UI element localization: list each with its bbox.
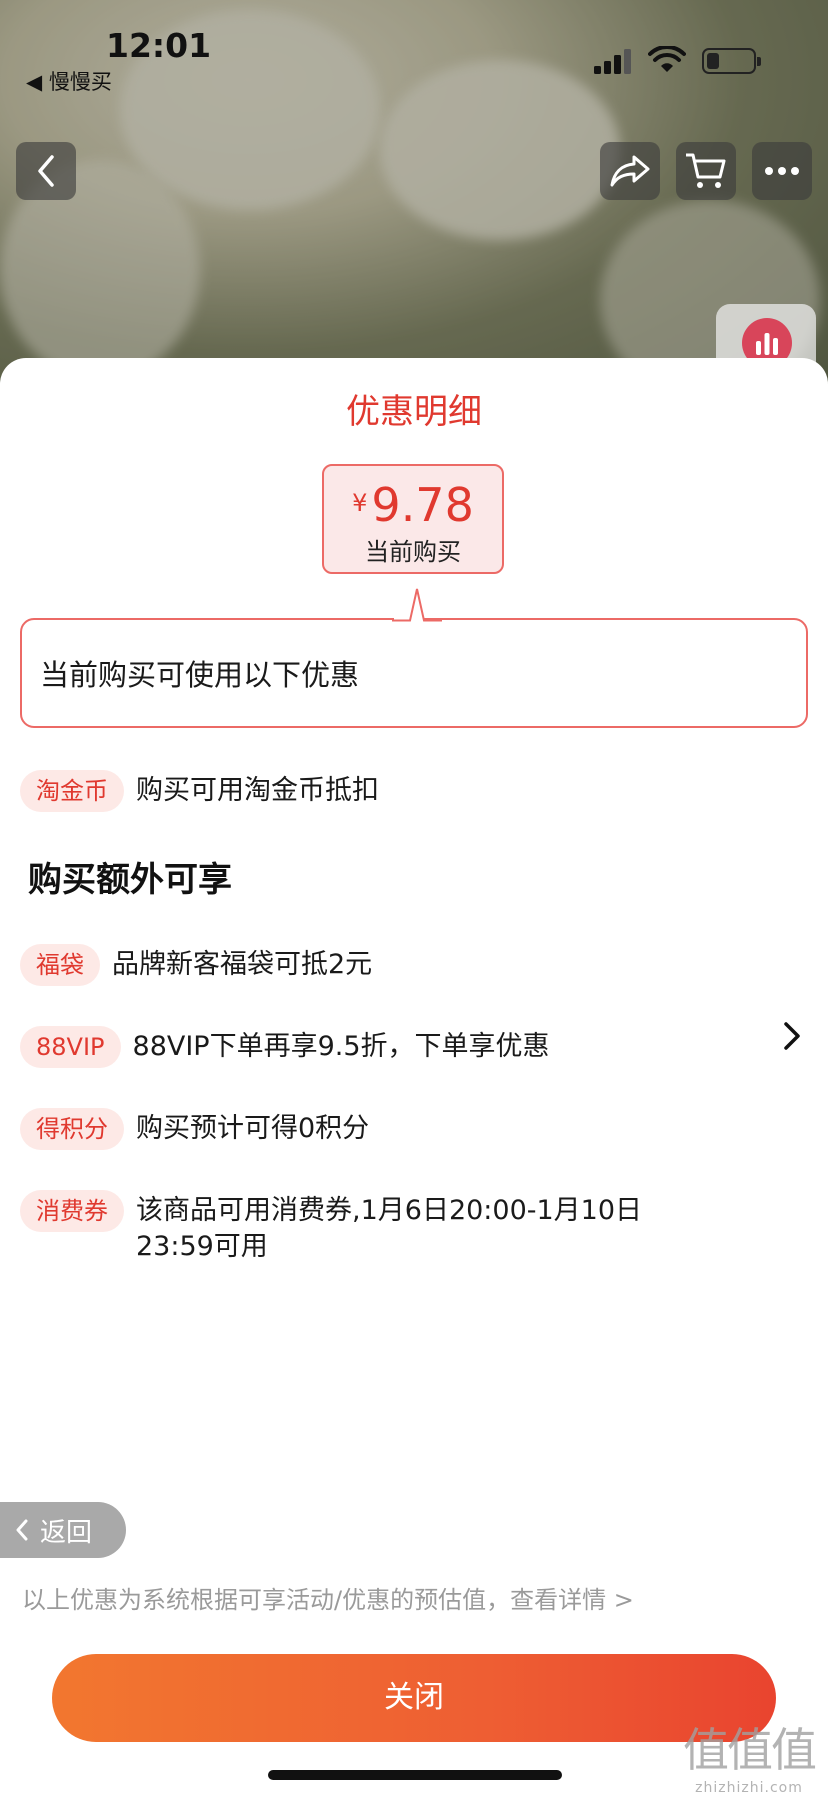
offer-text: 购买预计可得0积分 [136, 1113, 370, 1144]
offer-row-points: 得积分 购买预计可得0积分 [20, 1108, 369, 1150]
back-pill-button[interactable]: 返回 [0, 1502, 126, 1558]
discount-detail-sheet: 优惠明细 ¥9.78 当前购买 当前购买可使用以下优惠 淘金币 购买可用淘金币抵… [0, 358, 828, 1796]
signal-icon [594, 49, 631, 74]
offer-tag: 消费券 [20, 1190, 124, 1232]
status-time: 12:01 [106, 26, 212, 65]
battery-icon [702, 48, 761, 74]
offer-row-taojinbi: 淘金币 购买可用淘金币抵扣 [20, 770, 379, 812]
status-bar: 12:01 ◀ 慢慢买 [0, 0, 828, 100]
current-price-card: ¥9.78 当前购买 [322, 464, 504, 574]
back-to-app-link[interactable]: ◀ 慢慢买 [26, 66, 112, 96]
offer-text: 该商品可用消费券,1月6日20:00-1月10日 23:59可用 [136, 1195, 643, 1262]
offer-tag: 福袋 [20, 944, 100, 986]
offer-text: 品牌新客福袋可抵2元 [112, 949, 373, 980]
section-title: 购买额外可享 [28, 860, 232, 900]
offer-row-88vip[interactable]: 88VIP 88VIP下单再享9.5折，下单享优惠 [20, 1026, 550, 1068]
back-arrow-icon [38, 155, 54, 187]
price-value: 9.78 [371, 478, 474, 532]
share-button[interactable] [600, 142, 660, 200]
offer-text: 购买可用淘金币抵扣 [136, 775, 379, 806]
offers-bubble-text: 当前购买可使用以下优惠 [40, 658, 360, 692]
offer-tag: 88VIP [20, 1026, 121, 1068]
watermark: 值值值 zhizhizhi.com [676, 1714, 822, 1796]
offer-row-fudai: 福袋 品牌新客福袋可抵2元 [20, 944, 372, 986]
chevron-right-icon[interactable] [780, 1018, 804, 1054]
offer-row-coupon: 消费券 该商品可用消费券,1月6日20:00-1月10日 23:59可用 [20, 1190, 642, 1265]
disclaimer-link[interactable]: 以上优惠为系统根据可享活动/优惠的预估值，查看详情 > [22, 1580, 634, 1615]
watermark-url: zhizhizhi.com [695, 1780, 803, 1796]
cart-button[interactable] [676, 142, 736, 200]
more-button[interactable] [752, 142, 812, 200]
home-indicator [268, 1770, 562, 1780]
offer-text: 88VIP下单再享9.5折，下单享优惠 [132, 1031, 550, 1062]
share-icon [610, 155, 650, 187]
offer-tag: 得积分 [20, 1108, 124, 1150]
bubble-pointer [392, 588, 442, 622]
wifi-icon [648, 46, 686, 72]
currency-symbol: ¥ [352, 489, 368, 517]
price-label: 当前购买 [365, 538, 461, 566]
more-icon [765, 167, 799, 175]
cart-icon [686, 153, 726, 188]
close-button[interactable]: 关闭 [52, 1654, 776, 1742]
sheet-title: 优惠明细 [346, 392, 482, 432]
offers-bubble: 当前购买可使用以下优惠 [20, 618, 808, 728]
back-button[interactable] [16, 142, 76, 200]
chevron-left-icon [16, 1519, 28, 1541]
stats-icon [756, 333, 778, 355]
offer-tag: 淘金币 [20, 770, 124, 812]
back-pill-label: 返回 [40, 1517, 93, 1548]
watermark-logo: 值值值 [683, 1723, 817, 1777]
